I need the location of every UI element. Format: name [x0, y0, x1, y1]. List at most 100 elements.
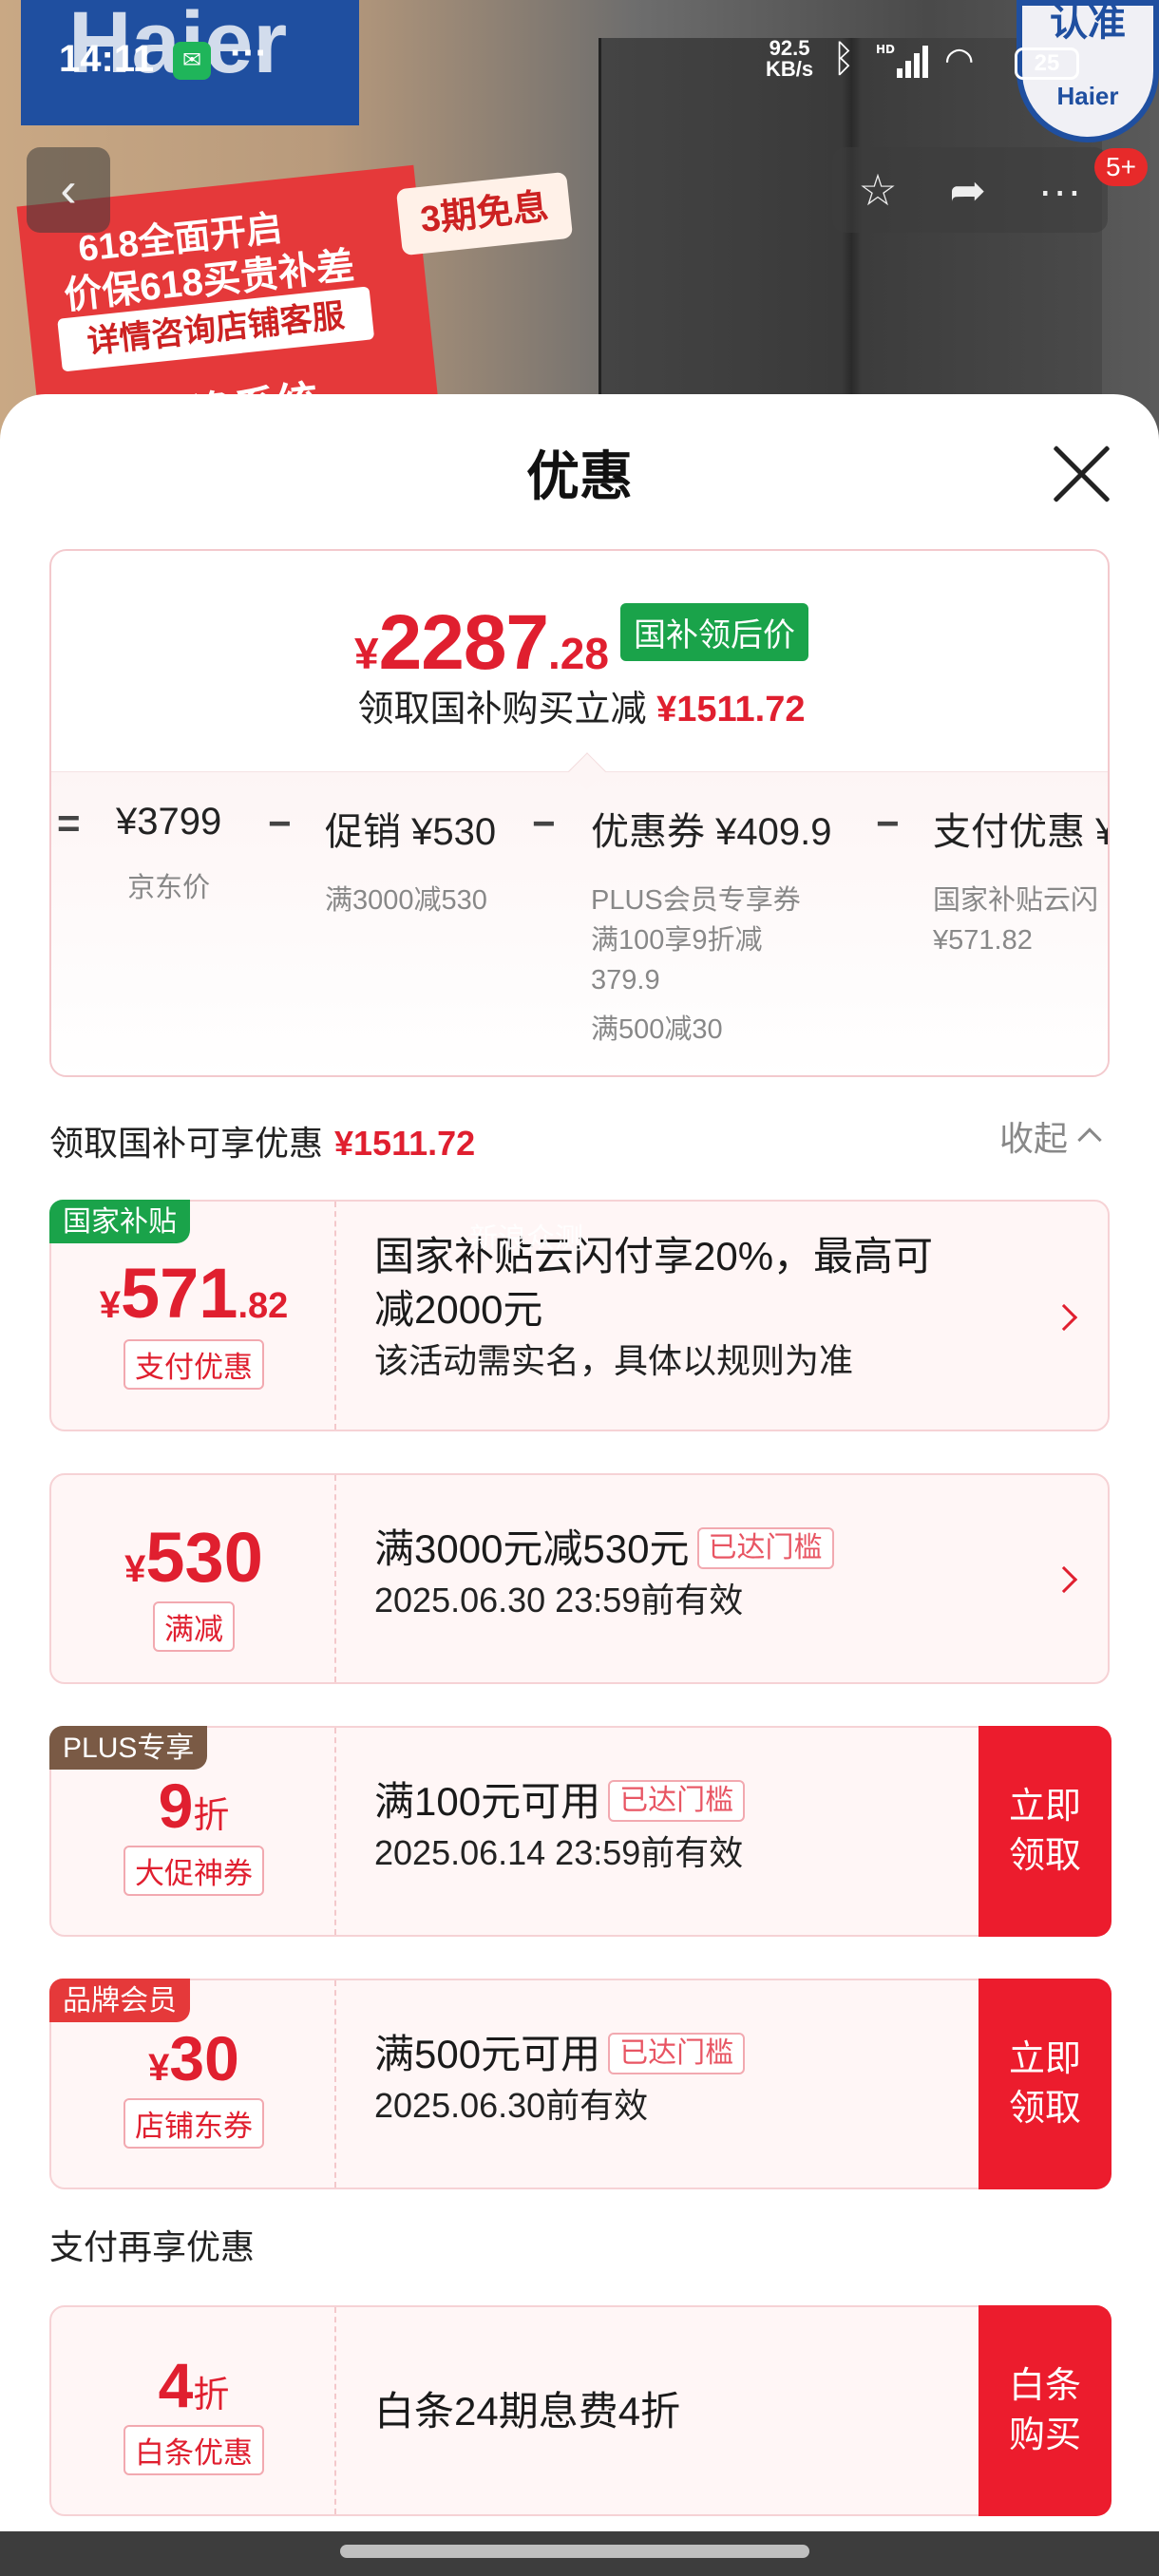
collapse-label: 收起: [999, 1119, 1069, 1158]
coupon-card-full-reduction[interactable]: ¥530 满减 满3000元减530元 已达门槛 2025.06.30 23:59…: [49, 1473, 1110, 1684]
breakdown-desc: 满3000减530: [325, 885, 487, 916]
wechat-icon: ✉: [173, 42, 211, 80]
breakdown-desc: 京东价: [127, 873, 211, 903]
operator: −: [532, 801, 556, 845]
currency-symbol: ¥: [99, 1284, 121, 1326]
chevron-left-icon: ‹: [60, 162, 77, 218]
coupon-info: 满3000元减530元 已达门槛 2025.06.30 23:59前有效: [374, 1523, 834, 1625]
back-button[interactable]: ‹: [27, 147, 110, 233]
chevron-up-icon: [1077, 1127, 1102, 1152]
breakdown-item-coupon: 优惠券 ¥409.9 PLUS会员专享券 满100享9折减 379.9 满500…: [591, 801, 831, 1050]
claim-button[interactable]: 立即领取: [978, 1979, 1112, 2189]
coupon-info: 满100元可用 已达门槛 2025.06.14 23:59前有效: [374, 1775, 746, 1878]
signal-icon: HD: [876, 43, 928, 78]
currency-symbol: ¥: [124, 1548, 146, 1590]
coupon-value-area: ¥530 满减: [51, 1475, 336, 1682]
price-decimal: .28: [548, 629, 609, 678]
price-tag: 国补领后价: [619, 603, 808, 661]
breakdown-desc-group: PLUS会员专享券 满100享9折减 379.9 满500减30: [591, 881, 831, 1050]
coupon-card-subsidy[interactable]: 国家补贴 ¥571.82 支付优惠 国家补贴云闪付享20%，最高可 减2000元…: [49, 1200, 1110, 1431]
coupon-card-plus: PLUS专享 9折 大促神券 满100元可用 已达门槛 2025.06.14 23…: [49, 1726, 1112, 1937]
coupon-value-area: 9折 大促神券: [51, 1728, 336, 1935]
collapse-button[interactable]: 收起: [999, 1111, 1102, 1161]
wifi-icon: ◠: [944, 40, 975, 79]
home-indicator-bar: [0, 2531, 1159, 2576]
network-speed-unit: KB/s: [766, 57, 814, 81]
star-icon[interactable]: ☆: [858, 164, 897, 216]
currency-symbol: ¥: [148, 2047, 170, 2089]
coupon-title-line2: 减2000元: [374, 1287, 543, 1332]
top-action-group: ☆ ➦ ···: [832, 147, 1108, 233]
coupon-amount: ¥30: [51, 2022, 336, 2094]
saving-value: ¥1511.72: [656, 690, 806, 729]
breakdown-item-payment: 支付优惠 ¥ 国家补贴云闪 ¥571.82: [933, 801, 1110, 960]
breakdown-desc: 国家补贴云闪: [933, 885, 1099, 916]
price-summary: ¥2287.28 国补领后价 领取国补购买立减 ¥1511.72 = ¥3799 …: [49, 549, 1110, 1077]
breakdown-desc: 379.9: [591, 965, 660, 995]
card-divider: [334, 1728, 336, 1935]
breakdown-item-list-price: ¥3799 京东价: [116, 801, 221, 908]
buy-label: 白条购买: [1008, 2366, 1081, 2455]
interest-free-badge: 3期免息: [395, 171, 574, 256]
final-price: ¥2287.28 国补领后价: [51, 598, 1108, 688]
coupon-detail: 2025.06.30 23:59前有效: [374, 1581, 744, 1619]
threshold-reached-badge: 已达门槛: [608, 2033, 746, 2074]
breakdown-desc: 满500减30: [591, 1014, 723, 1045]
bluetooth-icon: ᛒ: [832, 38, 855, 80]
breakdown-item-promotion: 促销 ¥530 满3000减530: [325, 801, 496, 920]
coupon-card-brand-member: 品牌会员 ¥30 店铺东券 满500元可用 已达门槛 2025.06.30前有效 …: [49, 1979, 1112, 2189]
section-header-payment: 支付再享优惠: [49, 2227, 256, 2266]
currency-symbol: ¥: [354, 629, 379, 678]
coupon-type: 店铺东券: [124, 2098, 264, 2149]
watermark-text: 新浪众测: [469, 1223, 583, 1255]
coupon-title: 国家补贴云闪付享20%，最高可: [374, 1234, 934, 1279]
coupon-info: 满500元可用 已达门槛 2025.06.30前有效: [374, 2028, 746, 2131]
breakdown-desc: 满100享9折减: [591, 925, 763, 956]
coupon-type: 满减: [153, 1601, 235, 1652]
claim-button[interactable]: 立即领取: [978, 1726, 1112, 1937]
sheet-title: 优惠: [526, 446, 633, 506]
battery-icon: 25: [1015, 47, 1079, 80]
price-breakdown: = ¥3799 京东价 − 促销 ¥530 满3000减530 − 优惠券 ¥4…: [51, 771, 1110, 1075]
coupon-value-area: ¥571.82 支付优惠: [51, 1202, 336, 1430]
section-header-subsidy: 领取国补可享优惠 ¥1511.72: [49, 1116, 475, 1165]
amount-value: 30: [169, 2023, 239, 2093]
amount-value: 4: [158, 2350, 194, 2420]
operator: −: [876, 801, 900, 845]
amount-unit: 折: [193, 1796, 230, 1836]
coupon-value-area: 4折 白条优惠: [51, 2307, 336, 2514]
coupon-info: 白条24期息费4折: [374, 2385, 680, 2438]
coupon-detail: 2025.06.14 23:59前有效: [374, 1833, 744, 1872]
coupon-amount: 4折: [51, 2349, 336, 2421]
coupon-title-row: 满3000元减530元 已达门槛: [374, 1523, 834, 1576]
operator: −: [268, 801, 292, 845]
baitiao-buy-button[interactable]: 白条购买: [978, 2305, 1112, 2516]
coupon-detail: 2025.06.30前有效: [374, 2086, 649, 2125]
more-icon[interactable]: ···: [1038, 164, 1082, 216]
breakdown-head: 支付优惠 ¥: [933, 811, 1110, 853]
close-button[interactable]: [1049, 442, 1113, 506]
coupon-amount: 9折: [51, 1770, 336, 1842]
coupon-amount: ¥530: [51, 1517, 336, 1598]
saving-label: 领取国补购买立减: [357, 690, 647, 729]
price-integer: 2287: [378, 599, 549, 686]
card-divider: [334, 1475, 336, 1682]
chevron-right-icon[interactable]: [1050, 1565, 1078, 1594]
coupon-title: 白条24期息费4折: [374, 2389, 681, 2434]
coupon-title-row: 满500元可用 已达门槛: [374, 2028, 746, 2081]
claim-label: 立即领取: [1008, 2039, 1081, 2129]
breakdown-desc-group: 国家补贴云闪 ¥571.82: [933, 881, 1108, 960]
discount-sheet: 优惠 ¥2287.28 国补领后价 领取国补购买立减 ¥1511.72 = ¥37…: [0, 394, 1159, 2531]
amount-value: 571: [120, 1254, 238, 1333]
coupon-type: 白条优惠: [124, 2425, 264, 2475]
chevron-right-icon[interactable]: [1050, 1303, 1078, 1332]
operator: =: [57, 801, 81, 845]
amount-value: 9: [158, 1771, 194, 1841]
breakdown-head: ¥3799: [116, 801, 222, 843]
section-label: 领取国补可享优惠: [49, 1124, 324, 1163]
share-icon[interactable]: ➦: [949, 164, 986, 216]
status-bar: 14:11 ✉ ··· 92.5 KB/s ᛒ HD ◠ 25: [0, 0, 1159, 123]
breakdown-head: 优惠券 ¥409.9: [591, 811, 832, 853]
card-divider: [334, 1980, 336, 2188]
home-indicator[interactable]: [340, 2545, 809, 2558]
